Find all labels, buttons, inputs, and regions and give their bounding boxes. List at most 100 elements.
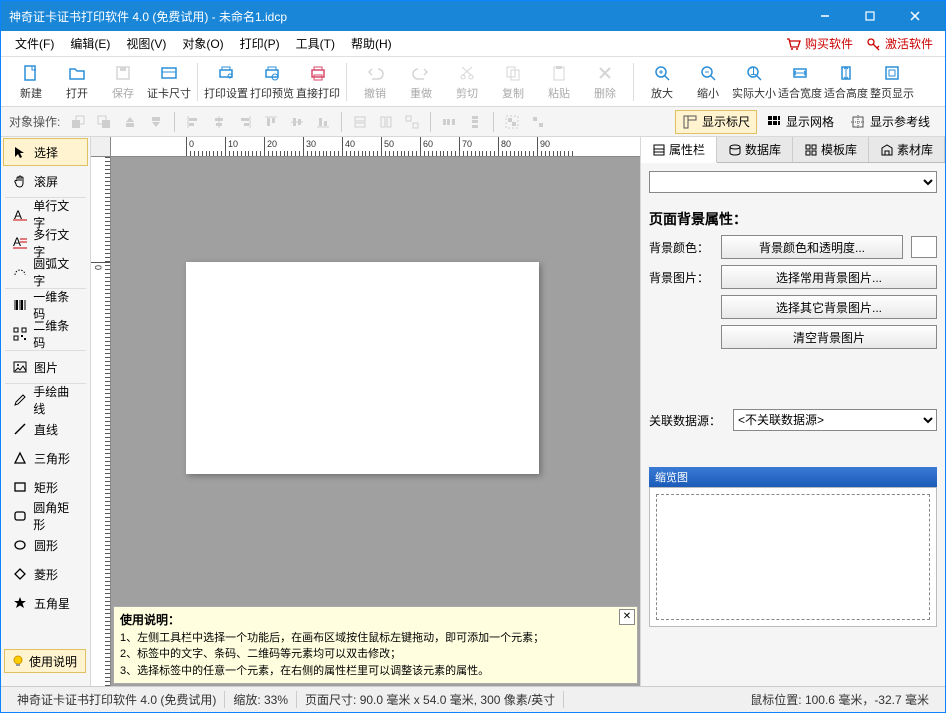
save-button[interactable]: 保存 — [101, 60, 145, 104]
maximize-button[interactable] — [847, 1, 892, 31]
menu-help[interactable]: 帮助(H) — [343, 32, 400, 55]
star-tool[interactable]: 五角星 — [3, 589, 88, 617]
bgimage-clear-button[interactable]: 清空背景图片 — [721, 325, 937, 349]
tab-templates[interactable]: 模板库 — [793, 137, 869, 162]
rect-icon — [12, 479, 28, 495]
material-icon — [880, 143, 894, 157]
bulb-icon — [11, 654, 25, 668]
vertical-ruler[interactable]: 0 — [91, 157, 111, 686]
cursor-icon — [12, 144, 28, 160]
delete-button[interactable]: 删除 — [583, 60, 627, 104]
svg-text:A: A — [14, 208, 22, 221]
singleline-text-tool[interactable]: A单行文字 — [3, 200, 88, 228]
send-backward-button[interactable] — [144, 110, 168, 134]
rect-tool[interactable]: 矩形 — [3, 473, 88, 501]
paste-button[interactable]: 粘贴 — [537, 60, 581, 104]
distribute-v-button[interactable] — [463, 110, 487, 134]
left-tool-panel: 选择 滚屏 A单行文字 A多行文字 圆弧文字 一维条码 二维条码 图片 手绘曲线… — [1, 137, 91, 686]
qrcode-tool[interactable]: 二维条码 — [3, 320, 88, 348]
printnow-button[interactable]: 直接打印 — [296, 60, 340, 104]
freehand-tool[interactable]: 手绘曲线 — [3, 386, 88, 414]
same-size-button[interactable] — [400, 110, 424, 134]
roundrect-tool[interactable]: 圆角矩形 — [3, 502, 88, 530]
close-button[interactable] — [892, 1, 937, 31]
align-right-button[interactable] — [233, 110, 257, 134]
element-selector-combo[interactable] — [649, 171, 937, 193]
datasource-combo[interactable]: <不关联数据源> — [733, 409, 937, 431]
multitext-icon: A — [12, 235, 27, 251]
ruler-icon — [682, 114, 698, 130]
activate-software-button[interactable]: 激活软件 — [859, 35, 939, 52]
tab-materials[interactable]: 素材库 — [869, 137, 945, 162]
cut-button[interactable]: 剪切 — [445, 60, 489, 104]
align-center-v-button[interactable] — [285, 110, 309, 134]
align-bottom-button[interactable] — [311, 110, 335, 134]
bgimage-other-button[interactable]: 选择其它背景图片... — [721, 295, 937, 319]
card-page[interactable] — [186, 262, 539, 474]
status-pagesize: 页面尺寸: 90.0 毫米 x 54.0 毫米, 300 像素/英寸 — [297, 691, 564, 708]
circle-tool[interactable]: 圆形 — [3, 531, 88, 559]
select-tool[interactable]: 选择 — [3, 138, 88, 166]
barcode-tool[interactable]: 一维条码 — [3, 291, 88, 319]
show-grid-toggle[interactable]: 显示网格 — [759, 110, 841, 134]
group-button[interactable] — [500, 110, 524, 134]
bgimage-common-button[interactable]: 选择常用背景图片... — [721, 265, 937, 289]
window-title: 神奇证卡证书打印软件 4.0 (免费试用) - 未命名1.idcp — [9, 8, 802, 25]
align-left-button[interactable] — [181, 110, 205, 134]
image-tool[interactable]: 图片 — [3, 353, 88, 381]
buy-software-button[interactable]: 购买软件 — [779, 35, 859, 52]
tab-database[interactable]: 数据库 — [717, 137, 793, 162]
zoomin-button[interactable]: 放大 — [640, 60, 684, 104]
tab-properties[interactable]: 属性栏 — [641, 137, 717, 163]
redo-button[interactable]: 重做 — [399, 60, 443, 104]
menu-print[interactable]: 打印(P) — [232, 32, 288, 55]
menu-view[interactable]: 视图(V) — [118, 32, 174, 55]
bgcolor-button[interactable]: 背景颜色和透明度... — [721, 235, 903, 259]
line-tool[interactable]: 直线 — [3, 415, 88, 443]
same-height-button[interactable] — [374, 110, 398, 134]
minimize-button[interactable] — [802, 1, 847, 31]
menu-edit[interactable]: 编辑(E) — [62, 32, 118, 55]
titlebar: 神奇证卡证书打印软件 4.0 (免费试用) - 未命名1.idcp — [1, 1, 945, 31]
bgcolor-swatch[interactable] — [911, 236, 937, 258]
menu-tool[interactable]: 工具(T) — [288, 32, 343, 55]
horizontal-ruler[interactable]: 0102030405060708090 — [111, 137, 640, 157]
ungroup-button[interactable] — [526, 110, 550, 134]
new-button[interactable]: 新建 — [9, 60, 53, 104]
hand-icon — [12, 173, 28, 189]
actualsize-button[interactable]: 1实际大小 — [732, 60, 776, 104]
datasource-label: 关联数据源： — [649, 412, 725, 429]
align-center-h-button[interactable] — [207, 110, 231, 134]
menu-object[interactable]: 对象(O) — [174, 32, 231, 55]
open-button[interactable]: 打开 — [55, 60, 99, 104]
triangle-tool[interactable]: 三角形 — [3, 444, 88, 472]
undo-button[interactable]: 撤销 — [353, 60, 397, 104]
fitheight-button[interactable]: 适合高度 — [824, 60, 868, 104]
help-instructions-button[interactable]: 使用说明 — [4, 649, 86, 673]
fitwidth-button[interactable]: 适合宽度 — [778, 60, 822, 104]
diamond-tool[interactable]: 菱形 — [3, 560, 88, 588]
cardsize-button[interactable]: 证卡尺寸 — [147, 60, 191, 104]
align-top-button[interactable] — [259, 110, 283, 134]
multiline-text-tool[interactable]: A多行文字 — [3, 229, 88, 257]
arc-text-tool[interactable]: 圆弧文字 — [3, 258, 88, 286]
show-ruler-toggle[interactable]: 显示标尺 — [675, 110, 757, 134]
copy-button[interactable]: 复制 — [491, 60, 535, 104]
fitpage-button[interactable]: 整页显示 — [870, 60, 914, 104]
object-toolbar: 对象操作: 显示标尺 显示网格 显示参考线 — [1, 107, 945, 137]
show-guide-toggle[interactable]: 显示参考线 — [843, 110, 937, 134]
hint-close-button[interactable]: ✕ — [619, 609, 635, 625]
bring-front-button[interactable] — [66, 110, 90, 134]
same-width-button[interactable] — [348, 110, 372, 134]
menu-file[interactable]: 文件(F) — [7, 32, 62, 55]
printpreview-button[interactable]: 打印预览 — [250, 60, 294, 104]
bring-forward-button[interactable] — [118, 110, 142, 134]
send-back-button[interactable] — [92, 110, 116, 134]
zoomout-button[interactable]: 缩小 — [686, 60, 730, 104]
circle-icon — [12, 537, 28, 553]
printsetup-button[interactable]: 打印设置 — [204, 60, 248, 104]
text-icon: A — [12, 206, 27, 222]
hand-tool[interactable]: 滚屏 — [3, 167, 88, 195]
hint-line-2: 2、标签中的文字、条码、二维码等元素均可以双击修改； — [120, 646, 631, 663]
distribute-h-button[interactable] — [437, 110, 461, 134]
